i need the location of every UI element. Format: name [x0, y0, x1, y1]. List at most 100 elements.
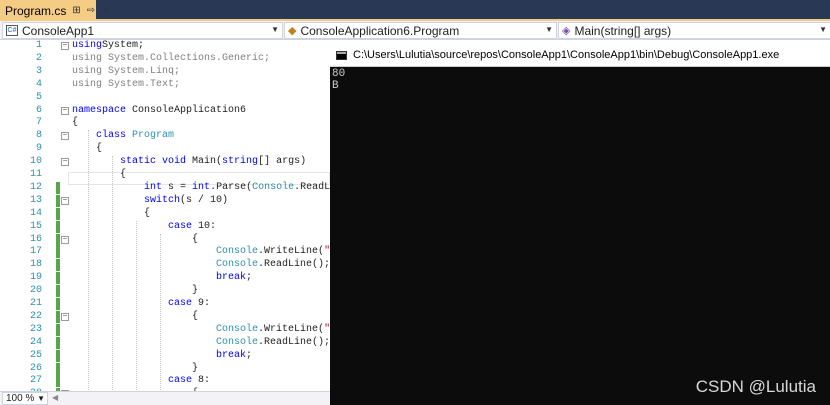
zoom-dropdown[interactable]: 100 % ▼ — [2, 392, 48, 405]
code-token: { — [72, 169, 127, 180]
line-number: 6 — [35, 104, 42, 116]
code-text: switch(s / 10) — [72, 195, 228, 207]
code-token: ; — [246, 349, 253, 361]
code-token: break — [216, 272, 247, 284]
code-text: case 10: — [72, 221, 216, 233]
line-number: 25 — [29, 349, 42, 361]
line-number: 3 — [35, 65, 42, 77]
change-marker — [56, 207, 60, 220]
code-text: { — [72, 311, 198, 323]
code-line: 9 { — [0, 143, 330, 155]
code-text: { — [72, 117, 78, 129]
code-text: case 8: — [72, 375, 210, 387]
code-line: 12 int s = int.Parse(Console.ReadLine())… — [0, 181, 330, 194]
code-line: 4 using System.Text; — [0, 79, 330, 91]
code-text: using System.Collections.Generic; — [72, 53, 270, 65]
change-marker — [56, 362, 60, 375]
code-token: static void — [120, 156, 187, 168]
member-name: Main(string[] args) — [574, 23, 672, 38]
scroll-left-icon[interactable]: ◀ — [52, 393, 58, 402]
code-token: class — [96, 130, 127, 142]
code-line: 11 { — [0, 169, 330, 181]
code-token: .WriteLine( — [258, 323, 325, 335]
tab-filename: Program.cs — [5, 3, 67, 18]
class-dropdown[interactable]: ◆ ConsoleApplication6.Program ▼ — [284, 22, 557, 39]
chevron-down-icon: ▼ — [545, 25, 553, 34]
code-token: Console — [216, 323, 259, 335]
pin-icon[interactable]: ⊞ — [72, 5, 80, 16]
tab-program-cs[interactable]: Program.cs ⊞ ⇨ ✕ — [0, 0, 110, 21]
code-token: (s / 10) — [180, 194, 229, 206]
console-title-bar[interactable]: C:\Users\Lulutia\source\repos\ConsoleApp… — [330, 44, 830, 67]
code-text: } — [72, 285, 198, 297]
code-text: class Program — [72, 130, 174, 142]
change-marker — [56, 336, 60, 349]
code-token: switch — [144, 194, 181, 206]
change-marker — [56, 233, 60, 246]
chevron-down-icon: ▼ — [819, 25, 827, 34]
code-token: using System.Text; — [72, 78, 181, 90]
change-marker — [56, 194, 60, 207]
code-token: s = — [162, 181, 193, 193]
code-text: break; — [72, 272, 252, 284]
change-marker — [56, 246, 60, 259]
code-text: Console.ReadLine(); — [72, 259, 330, 271]
collapse-icon[interactable]: − — [61, 235, 69, 244]
collapse-icon[interactable]: − — [61, 132, 69, 141]
code-token: case — [168, 220, 193, 232]
code-token: Console — [216, 259, 259, 271]
line-number: 26 — [29, 362, 42, 374]
change-marker — [56, 181, 60, 194]
code-token: 9: — [192, 298, 211, 309]
line-number: 12 — [29, 181, 42, 193]
collapse-icon[interactable]: − — [61, 196, 69, 205]
change-marker — [56, 272, 60, 285]
code-token: break — [216, 349, 247, 361]
code-token: int — [192, 181, 211, 193]
console-window[interactable]: C:\Users\Lulutia\source\repos\ConsoleApp… — [330, 44, 830, 405]
collapse-icon[interactable]: − — [61, 106, 69, 115]
code-text: using System.Linq; — [72, 66, 180, 78]
change-marker — [56, 259, 60, 272]
code-line: 14 { — [0, 207, 330, 220]
close-icon[interactable]: ✕ — [101, 5, 109, 16]
code-text: { — [72, 143, 102, 155]
collapse-icon[interactable]: − — [61, 158, 69, 167]
change-marker — [56, 298, 60, 310]
code-line: 3 using System.Linq; — [0, 66, 330, 78]
code-text: case 9: — [72, 298, 210, 310]
collapse-icon[interactable]: − — [61, 312, 69, 321]
change-marker — [56, 323, 60, 336]
code-token: } — [72, 362, 199, 374]
code-token: int — [144, 181, 163, 193]
code-token: Program — [132, 130, 175, 142]
code-text: { — [72, 208, 150, 220]
line-number: 17 — [29, 246, 42, 258]
line-number: 23 — [29, 323, 42, 335]
class-icon: ◆ — [288, 25, 297, 37]
code-line: 26 } — [0, 362, 330, 375]
code-text: namespace ConsoleApplication6 — [72, 105, 246, 117]
code-text: { — [72, 234, 198, 246]
code-token: string — [222, 156, 259, 168]
code-token: case — [168, 375, 193, 387]
code-token: using — [72, 40, 103, 51]
project-dropdown[interactable]: C# ConsoleApp1 ▼ — [2, 22, 283, 39]
collapse-icon[interactable]: − — [61, 42, 69, 50]
member-dropdown[interactable]: ◈ Main(string[] args) ▼ — [558, 22, 830, 39]
code-token: .ReadLine(); — [258, 259, 330, 271]
line-number: 21 — [29, 298, 42, 309]
code-editor[interactable]: 1− usingSystem; 2 using System.Collections.… — [0, 40, 330, 391]
class-name: ConsoleApplication6.Program — [300, 23, 460, 38]
preview-icon[interactable]: ⇨ — [87, 5, 95, 16]
code-token: .WriteLine( — [258, 246, 325, 258]
code-line: 8 − class Program — [0, 130, 330, 142]
code-token: .ReadLine()); — [294, 181, 330, 193]
method-icon: ◈ — [562, 25, 571, 37]
